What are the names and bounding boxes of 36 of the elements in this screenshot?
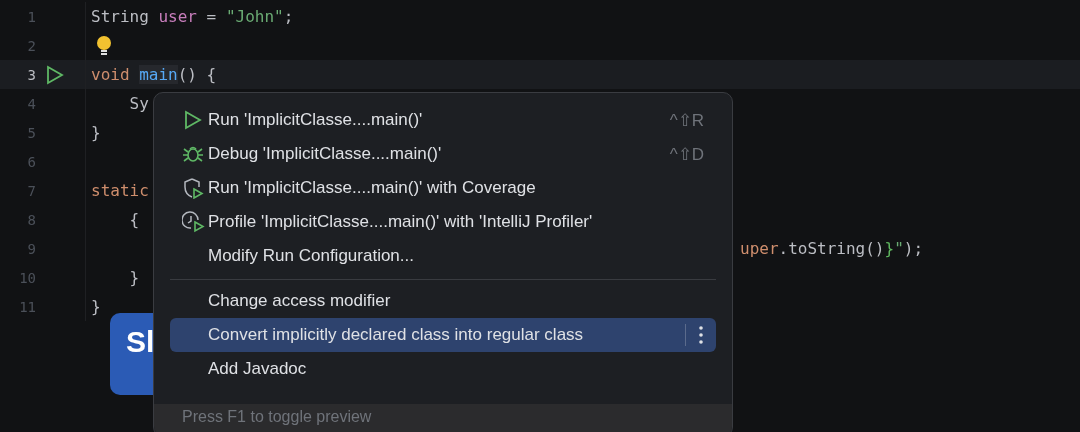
line-number: 2 xyxy=(26,37,36,54)
line-number: 8 xyxy=(26,211,36,228)
line-number: 6 xyxy=(26,153,36,170)
code-line: Sy xyxy=(128,94,149,113)
shield-run-icon xyxy=(182,177,204,199)
bug-icon xyxy=(182,144,204,164)
menu-item[interactable]: Profile 'ImplicitClasse....main()' with 'IntelliJ Profiler' xyxy=(170,205,716,239)
code-line: } xyxy=(90,123,101,142)
clock-run-icon xyxy=(182,211,206,233)
code-line: } xyxy=(128,268,140,287)
menu-item[interactable]: Modify Run Configuration... xyxy=(170,239,716,273)
line-number: 11 xyxy=(18,298,36,315)
more-icon[interactable] xyxy=(698,325,704,345)
menu-item[interactable]: Convert implicitly declared class into regular class xyxy=(170,318,716,352)
code-line: static xyxy=(90,181,149,200)
code-line: uper.toString()}"); xyxy=(739,239,924,258)
line-number: 9 xyxy=(26,240,36,257)
hint-text: Press F1 to toggle preview xyxy=(154,404,732,432)
menu-item[interactable]: Debug 'ImplicitClasse....main()' ^⇧D xyxy=(170,137,716,171)
code-line: } xyxy=(90,297,101,316)
line-number: 7 xyxy=(26,182,36,199)
menu-item[interactable]: Run 'ImplicitClasse....main()' with Coverage xyxy=(170,171,716,205)
run-icon xyxy=(182,110,202,130)
run-icon[interactable] xyxy=(44,64,64,85)
line-number: 4 xyxy=(26,95,36,112)
menu-item[interactable]: Change access modifier xyxy=(170,284,716,318)
line-number: 1 xyxy=(26,8,36,25)
code-line: { xyxy=(128,210,140,229)
menu-item[interactable]: Add Javadoc xyxy=(170,352,716,386)
line-number: 10 xyxy=(18,269,36,286)
code-line: String user = "John"; xyxy=(90,7,294,26)
line-number: 5 xyxy=(26,124,36,141)
code-line: void main() { xyxy=(90,65,217,84)
menu-item[interactable]: Run 'ImplicitClasse....main()' ^⇧R xyxy=(170,103,716,137)
lightbulb-icon[interactable] xyxy=(96,34,112,57)
line-number: 3 xyxy=(26,66,36,83)
